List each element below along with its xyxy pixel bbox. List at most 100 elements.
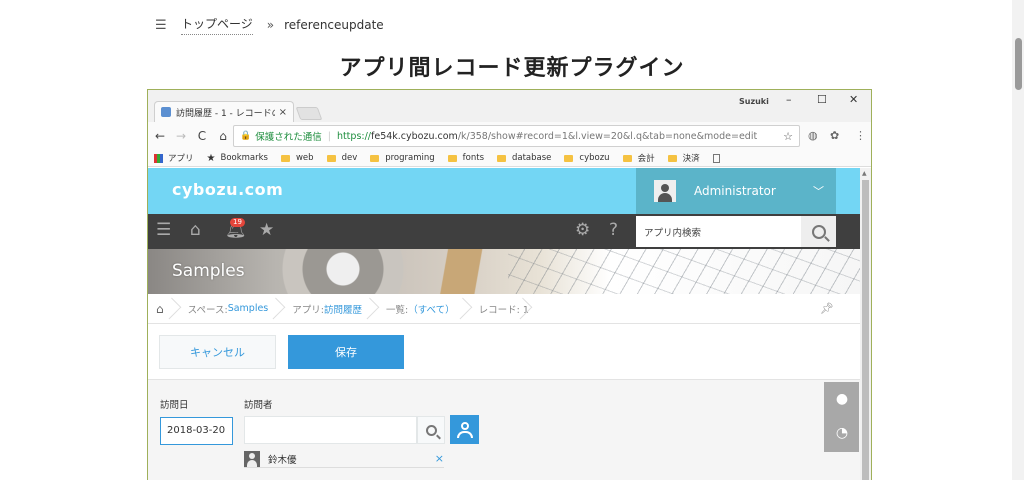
bookmark-folder-accounting[interactable]: 会計 [622, 152, 655, 164]
inner-scrollbar[interactable]: ▲ [860, 168, 871, 480]
page: ☰ トップページ » referenceupdate アプリ間レコード更新プラグ… [0, 0, 1024, 480]
settings-gear-icon[interactable]: ⚙ [575, 222, 590, 239]
folder-icon [564, 154, 574, 162]
visitor-search-input[interactable] [244, 416, 417, 444]
address-bar[interactable]: 🔒 保護された通信 | https:// fe54k.cybozu.com /k… [233, 125, 800, 147]
maximize-icon[interactable]: ☐ [817, 93, 827, 106]
breadcrumb-current: referenceupdate [284, 18, 384, 32]
bookmark-folder-database[interactable]: database [497, 153, 551, 163]
browser-tab[interactable]: 訪問履歴 - 1 - レコードの詳 × [154, 101, 294, 122]
kintone-header: cybozu.com Administrator ﹀ [148, 168, 860, 214]
search-icon [425, 424, 437, 436]
star-icon: ★ [206, 152, 216, 164]
app-search-button[interactable] [801, 216, 836, 247]
forward-icon[interactable]: → [172, 129, 190, 143]
user-menu[interactable]: Administrator ﹀ [636, 168, 836, 214]
browser-menu-icon[interactable]: ⋮ [855, 129, 866, 142]
extension-puzzle-icon[interactable]: ✿ [830, 129, 839, 142]
remove-visitor-icon[interactable]: × [435, 452, 444, 465]
apps-icon [154, 153, 163, 163]
folder-icon [326, 154, 336, 162]
url-host: fe54k.cybozu.com [371, 130, 458, 142]
app-search-input[interactable]: アプリ内検索 [636, 216, 801, 247]
folder-icon [667, 154, 677, 162]
selected-visitor-chip: 鈴木優 × [244, 450, 444, 468]
folder-icon [622, 154, 632, 162]
reload-icon[interactable]: C [193, 129, 211, 143]
menu-icon[interactable]: ☰ [156, 222, 171, 239]
bookmarks-bar: アプリ ★ Bookmarks web dev programing fonts … [148, 150, 871, 167]
visitor-search-button[interactable] [417, 416, 445, 444]
space-title[interactable]: Samples [172, 261, 245, 281]
crumb-app[interactable]: アプリ: 訪問履歴 [282, 294, 376, 324]
crumb-record: レコード: 1 [469, 294, 529, 324]
bookmark-folder-web[interactable]: web [280, 153, 314, 163]
user-icon [456, 421, 473, 438]
crumb-space[interactable]: スペース: Samples [178, 294, 283, 324]
history-icon[interactable]: ◔ [834, 426, 850, 440]
page-scrollbar[interactable] [1012, 0, 1024, 480]
pin-icon[interactable]: 📌︎ [820, 302, 834, 315]
document-icon [712, 153, 720, 163]
user-avatar-icon [654, 180, 676, 202]
address-separator: | [327, 130, 331, 142]
bookmark-folder-fonts[interactable]: fonts [447, 153, 484, 163]
kintone-favicon-icon [161, 107, 171, 117]
bookmark-star-icon[interactable]: ☆ [783, 130, 793, 143]
folder-icon [280, 154, 290, 162]
url-path: /k/358/show#record=1&l.view=20&l.q&tab=n… [457, 130, 758, 142]
visitor-picker-button[interactable] [450, 415, 479, 444]
visit-date-label: 訪問日 [160, 400, 189, 411]
help-icon[interactable]: ? [609, 222, 618, 239]
notification-count-badge: 19 [230, 218, 245, 227]
hamburger-icon[interactable]: ☰ [155, 19, 167, 32]
bookmark-folder-programing[interactable]: programing [370, 153, 435, 163]
visitor-label: 訪問者 [244, 400, 273, 411]
scroll-up-icon[interactable]: ▲ [862, 170, 867, 177]
tab-close-icon[interactable]: × [279, 107, 287, 118]
portal-home-icon[interactable]: ⌂ [190, 222, 201, 239]
tab-title: 訪問履歴 - 1 - レコードの詳 [176, 108, 275, 119]
bookmark-bookmarks[interactable]: ★ Bookmarks [207, 153, 268, 164]
visit-date-input[interactable]: 2018-03-20 [160, 417, 233, 445]
bookmark-apps[interactable]: アプリ [154, 152, 194, 164]
kintone-nav-bar: ☰ ⌂ 🔔︎ 19 ★ ⚙ ? アプリ内検索 [148, 214, 860, 249]
bookmark-page[interactable] [712, 153, 720, 163]
cancel-button[interactable]: キャンセル [159, 335, 276, 369]
back-icon[interactable]: ← [151, 129, 169, 143]
crumb-list[interactable]: 一覧: （すべて） [376, 294, 469, 324]
bookmark-folder-dev[interactable]: dev [326, 153, 357, 163]
cybozu-logo[interactable]: cybozu.com [172, 180, 283, 199]
lock-icon: 🔒 [240, 131, 252, 141]
browser-toolbar: ← → C ⌂ 🔒 保護された通信 | https:// fe54k.cyboz… [148, 122, 871, 150]
user-avatar-icon [244, 450, 260, 467]
record-action-bar: キャンセル 保存 [148, 324, 860, 380]
browser-tab-strip: 訪問履歴 - 1 - レコードの詳 × Suzuki – ☐ ✕ [148, 90, 871, 122]
breadcrumb-separator: » [266, 18, 275, 32]
save-button[interactable]: 保存 [288, 335, 404, 369]
folder-icon [447, 154, 457, 162]
banner-decoration [428, 249, 518, 294]
inner-scrollbar-thumb[interactable] [862, 180, 869, 480]
portal-home-crumb-icon[interactable]: ⌂ [148, 294, 178, 324]
minimize-icon[interactable]: – [786, 93, 792, 106]
page-title: アプリ間レコード更新プラグイン [339, 56, 685, 81]
favorites-star-icon[interactable]: ★ [259, 222, 274, 239]
extension-icon[interactable]: ◍ [808, 129, 818, 142]
folder-icon [497, 154, 506, 162]
comment-icon[interactable]: ● [834, 392, 850, 406]
space-banner: Samples [148, 249, 860, 294]
bookmark-folder-cybozu[interactable]: cybozu [564, 153, 610, 163]
bookmark-folder-payment[interactable]: 決済 [667, 152, 700, 164]
breadcrumb-home-link[interactable]: トップページ [181, 15, 253, 35]
record-form: 訪問日 2018-03-20 訪問者 鈴木優 × [148, 380, 860, 480]
new-tab-button[interactable] [295, 107, 323, 120]
home-icon[interactable]: ⌂ [214, 129, 232, 143]
app-breadcrumb: ⌂ スペース: Samples アプリ: 訪問履歴 一覧: （すべて） レコード… [148, 294, 860, 324]
window-close-icon[interactable]: ✕ [849, 93, 858, 106]
browser-profile-name[interactable]: Suzuki [739, 97, 769, 106]
chevron-down-icon: ﹀ [813, 185, 824, 198]
page-scrollbar-thumb[interactable] [1015, 38, 1022, 90]
search-icon [811, 224, 826, 239]
record-side-panel: ● ◔ [824, 382, 859, 452]
